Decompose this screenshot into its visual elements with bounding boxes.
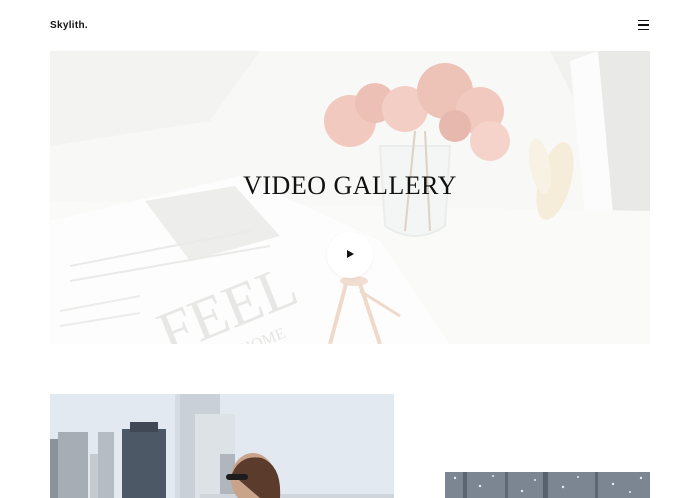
gallery-item-city-portrait[interactable] [50, 394, 394, 498]
site-header: Skylith. [0, 0, 700, 52]
city-portrait-photo [50, 394, 394, 498]
gallery-item-winter-forest[interactable] [445, 472, 650, 498]
play-icon [347, 250, 354, 258]
site-logo[interactable]: Skylith. [50, 20, 88, 31]
winter-forest-photo [445, 472, 650, 498]
hamburger-menu-icon[interactable] [638, 20, 650, 31]
hero-title: VIDEO GALLERY [243, 171, 457, 200]
play-button[interactable] [327, 232, 373, 278]
video-gallery-hero: FEEL AT HOME VIDEO GALLERY [50, 51, 650, 344]
